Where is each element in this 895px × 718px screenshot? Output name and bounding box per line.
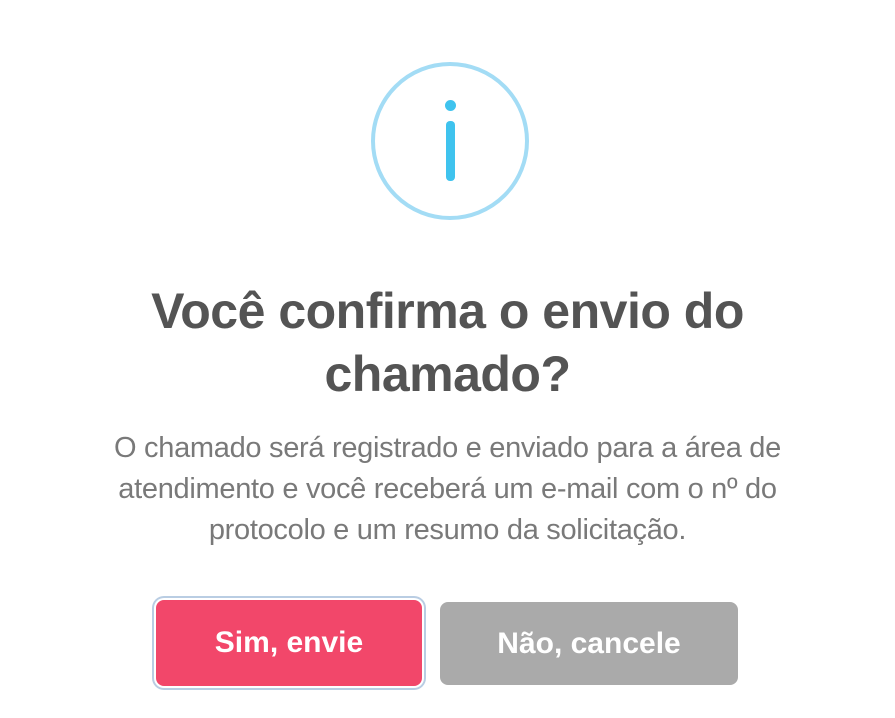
- dialog-message: O chamado será registrado e enviado para…: [114, 432, 781, 546]
- confirmation-dialog: Você confirma o envio do chamado? O cham…: [0, 0, 895, 718]
- dialog-title: Você confirma o envio do chamado?: [151, 283, 744, 402]
- confirm-button[interactable]: Sim, envie: [156, 600, 422, 686]
- info-icon-dot: [445, 100, 456, 111]
- info-icon-bar: [446, 121, 455, 181]
- cancel-button[interactable]: Não, cancele: [440, 602, 738, 685]
- info-icon: [371, 62, 529, 220]
